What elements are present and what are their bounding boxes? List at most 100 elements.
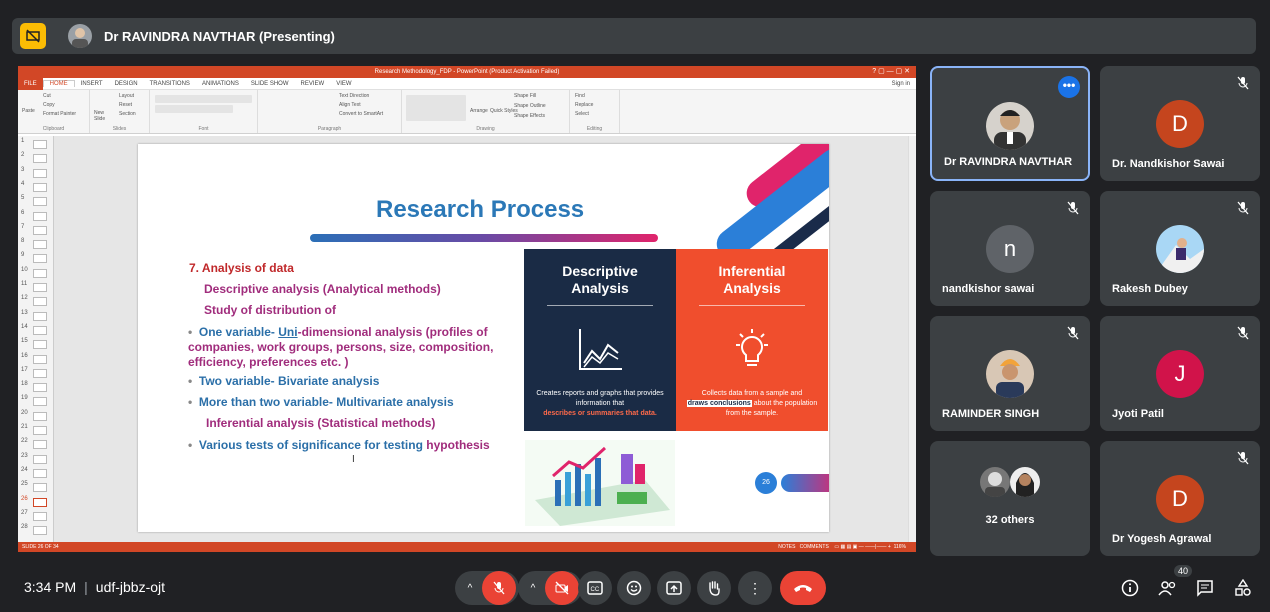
participant-tile[interactable]: RAMINDER SINGH [930, 316, 1090, 431]
emoji-icon[interactable] [617, 571, 651, 605]
slide-thumbnail[interactable]: 10 [21, 267, 51, 281]
mic-control[interactable]: ^ [455, 571, 519, 605]
replace-button[interactable]: Replace [575, 102, 614, 108]
slide-thumbnail[interactable]: 6 [21, 210, 51, 224]
shape-outline-button[interactable]: Shape Outline [514, 103, 546, 109]
tab-home[interactable]: HOME [42, 80, 75, 87]
slide-thumbnail[interactable]: 22 [21, 438, 51, 452]
slide-thumbnail[interactable]: 19 [21, 395, 51, 409]
shapes-gallery[interactable] [406, 95, 466, 121]
tab-insert[interactable]: INSERT [75, 81, 109, 87]
slide-thumbnail[interactable]: 28 [21, 524, 51, 538]
slide-canvas[interactable]: Research Process 7. Analysis of data Des… [138, 144, 829, 532]
paste-button[interactable]: Paste [22, 108, 35, 114]
slide-thumbnail[interactable]: 1 [21, 138, 51, 152]
slide-thumbnail[interactable]: 26 [21, 496, 51, 510]
cut-button[interactable]: Cut [43, 93, 84, 99]
slide-thumbnail[interactable]: 12 [21, 295, 51, 309]
layout-button[interactable]: Layout [119, 93, 144, 99]
select-button[interactable]: Select [575, 111, 614, 117]
slide-thumbnail[interactable]: 25 [21, 481, 51, 495]
window-controls[interactable]: ? ▢ — ▢ ✕ [872, 66, 910, 78]
sign-in-link[interactable]: Sign in [886, 81, 916, 87]
new-slide-button[interactable]: New Slide [94, 110, 112, 122]
meeting-details-icon[interactable] [1121, 579, 1139, 602]
thumbnail-number: 12 [21, 295, 28, 302]
copy-button[interactable]: Copy [43, 102, 84, 108]
notes-button[interactable]: NOTES [778, 544, 795, 550]
slide-thumbnail[interactable]: 7 [21, 224, 51, 238]
present-screen-icon[interactable] [657, 571, 691, 605]
thumbnail-preview [33, 211, 47, 221]
bullet-text: hypothesis [426, 438, 490, 452]
reset-button[interactable]: Reset [119, 102, 144, 108]
tab-view[interactable]: VIEW [330, 81, 357, 87]
slide-thumbnail[interactable]: 2 [21, 152, 51, 166]
slide-thumbnail[interactable]: 15 [21, 338, 51, 352]
thumbnail-preview [33, 440, 47, 450]
slide-thumbnail[interactable]: 27 [21, 510, 51, 524]
participant-tile[interactable]: Rakesh Dubey [1100, 191, 1260, 306]
slide-thumbnail[interactable]: 16 [21, 353, 51, 367]
mic-off-icon[interactable] [482, 571, 516, 605]
slide-thumbnail[interactable]: 23 [21, 453, 51, 467]
slide-thumbnail[interactable]: 8 [21, 238, 51, 252]
others-tile[interactable]: 32 others [930, 441, 1090, 556]
convert-smartart-button[interactable]: Convert to SmartArt [339, 111, 396, 117]
font-style-row[interactable] [155, 105, 233, 113]
participant-tile[interactable]: D Dr Yogesh Agrawal [1100, 441, 1260, 556]
font-name-box[interactable] [155, 95, 252, 103]
box-title-line: Analysis [723, 280, 781, 296]
raise-hand-icon[interactable] [697, 571, 731, 605]
tab-file[interactable]: FILE [18, 77, 43, 90]
participant-tile[interactable]: D Dr. Nandkishor Sawai [1100, 66, 1260, 181]
tab-slide-show[interactable]: SLIDE SHOW [245, 81, 295, 87]
slide-thumbnail[interactable]: 18 [21, 381, 51, 395]
thumbnail-preview [33, 426, 47, 435]
align-text-button[interactable]: Align Text [339, 102, 396, 108]
zoom-level[interactable]: 116% [894, 544, 906, 550]
people-icon[interactable] [1158, 579, 1178, 602]
slide-thumbnail[interactable]: 20 [21, 410, 51, 424]
slide-thumbnail[interactable]: 21 [21, 424, 51, 438]
format-painter-button[interactable]: Format Painter [43, 111, 84, 117]
slide-thumbnail[interactable]: 9 [21, 252, 51, 266]
slide-thumbnail[interactable]: 3 [21, 167, 51, 181]
camera-control[interactable]: ^ [518, 571, 582, 605]
find-button[interactable]: Find [575, 93, 614, 99]
comments-button[interactable]: COMMENTS [800, 544, 829, 550]
chat-icon[interactable] [1196, 579, 1214, 602]
participant-tile[interactable]: ••• Dr RAVINDRA NAVTHAR [930, 66, 1090, 181]
vertical-scrollbar[interactable] [908, 136, 916, 542]
captions-icon[interactable]: CC [578, 571, 612, 605]
more-options-icon[interactable]: ••• [1058, 76, 1080, 98]
slide-thumbnail[interactable]: 4 [21, 181, 51, 195]
arrange-button[interactable]: Arrange [470, 108, 488, 114]
mic-muted-icon [1067, 326, 1079, 340]
slide-thumbnails[interactable]: 1 2 3 4 5 6 7 8 9 10 11 12 13 14 15 16 17 18 19 20 21 22 23 24 2… [18, 136, 54, 542]
tab-review[interactable]: REVIEW [295, 81, 331, 87]
slide-thumbnail[interactable]: 24 [21, 467, 51, 481]
chevron-up-icon[interactable]: ^ [458, 583, 482, 594]
tab-design[interactable]: DESIGN [109, 81, 144, 87]
section-button[interactable]: Section [119, 111, 144, 117]
leave-call-button[interactable] [780, 571, 826, 605]
slide-thumbnail[interactable]: 11 [21, 281, 51, 295]
participant-tile[interactable]: J Jyoti Patil [1100, 316, 1260, 431]
slide-thumbnail[interactable]: 14 [21, 324, 51, 338]
slide-thumbnail[interactable]: 5 [21, 195, 51, 209]
tab-animations[interactable]: ANIMATIONS [196, 81, 245, 87]
text-direction-button[interactable]: Text Direction [339, 93, 396, 99]
shape-fill-button[interactable]: Shape Fill [514, 93, 536, 99]
activities-icon[interactable] [1234, 578, 1252, 602]
thumbnail-preview [33, 197, 47, 207]
more-options-icon[interactable]: ⋮ [738, 571, 772, 605]
chevron-up-icon[interactable]: ^ [521, 583, 545, 594]
camera-off-icon[interactable] [545, 571, 579, 605]
participant-tile[interactable]: n nandkishor sawai [930, 191, 1090, 306]
slide-thumbnail[interactable]: 13 [21, 310, 51, 324]
shape-effects-button[interactable]: Shape Effects [514, 113, 545, 119]
slide-thumbnail[interactable]: 17 [21, 367, 51, 381]
stop-presenting-icon[interactable] [20, 23, 46, 49]
tab-transitions[interactable]: TRANSITIONS [144, 81, 196, 87]
